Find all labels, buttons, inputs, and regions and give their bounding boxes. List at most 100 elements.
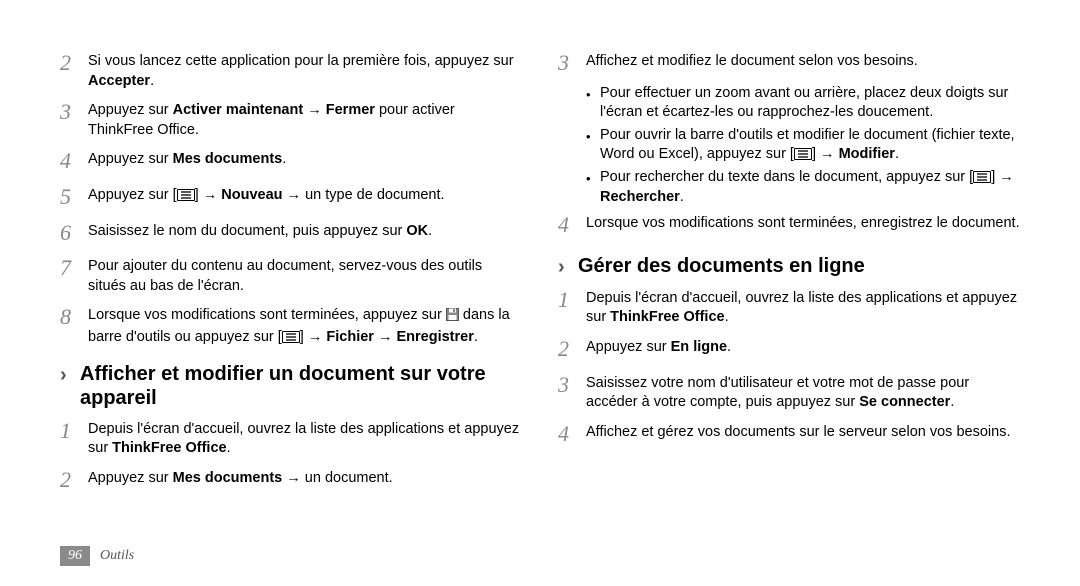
step-number: 1	[558, 285, 586, 315]
text-run: Affichez et gérez vos documents sur le s…	[586, 424, 1010, 440]
numbered-step: 2Si vous lancez cette application pour l…	[60, 48, 522, 91]
text-run: ] →	[812, 146, 839, 162]
menu-key-icon	[973, 171, 991, 183]
text-run: Pour ajouter du contenu au document, ser…	[88, 258, 482, 294]
bold-text: Rechercher	[600, 189, 680, 205]
step-body: Depuis l'écran d'accueil, ouvrez la list…	[586, 285, 1020, 328]
numbered-step: 2Appuyez sur Mes documents → un document…	[60, 465, 522, 495]
step-body: Appuyez sur Activer maintenant → Fermer …	[88, 97, 522, 140]
text-run: Appuyez sur	[586, 339, 671, 355]
step-number: 3	[60, 97, 88, 127]
numbered-step: 1Depuis l'écran d'accueil, ouvrez la lis…	[558, 285, 1020, 328]
text-run: Pour effectuer un zoom avant ou arrière,…	[600, 85, 1008, 121]
numbered-step: 4Affichez et gérez vos documents sur le …	[558, 419, 1020, 449]
numbered-step: 8Lorsque vos modifications sont terminée…	[60, 302, 522, 347]
bold-text: Activer maintenant	[173, 102, 304, 118]
chevron-right-icon: ›	[60, 362, 80, 387]
text-run: →	[374, 329, 397, 345]
bullet-body: Pour rechercher du texte dans le documen…	[600, 168, 1020, 207]
step-number: 7	[60, 253, 88, 283]
text-run: Lorsque vos modifications sont terminées…	[88, 307, 446, 323]
bold-text: Mes documents	[173, 470, 283, 486]
section-heading: › Gérer des documents en ligne	[558, 254, 1020, 279]
bullet-dot-icon: •	[586, 84, 600, 104]
right-column: 3Affichez et modifiez le document selon …	[558, 48, 1020, 518]
text-run: ] →	[300, 329, 327, 345]
text-run: .	[282, 151, 286, 167]
two-column-layout: 2Si vous lancez cette application pour l…	[60, 48, 1020, 518]
step-number: 3	[558, 370, 586, 400]
page-footer: 96 Outils	[60, 546, 134, 566]
step-number: 1	[60, 416, 88, 446]
step-number: 5	[60, 182, 88, 212]
step-number: 4	[558, 419, 586, 449]
bold-text: Mes documents	[173, 151, 283, 167]
bold-text: Fichier	[326, 329, 374, 345]
step-body: Pour ajouter du contenu au document, ser…	[88, 253, 522, 296]
text-run: ] →	[991, 169, 1014, 185]
step-number: 2	[558, 334, 586, 364]
numbered-step: 5Appuyez sur [ ] → Nouveau → un type de d…	[60, 182, 522, 212]
text-run: .	[428, 223, 432, 239]
text-run: ] →	[195, 187, 222, 203]
bold-text: Fermer	[326, 102, 375, 118]
page-number: 96	[60, 546, 90, 566]
text-run: → un document.	[282, 470, 392, 486]
numbered-step: 1Depuis l'écran d'accueil, ouvrez la lis…	[60, 416, 522, 459]
step-body: Depuis l'écran d'accueil, ouvrez la list…	[88, 416, 522, 459]
step-body: Lorsque vos modifications sont terminées…	[586, 210, 1020, 234]
step-number: 8	[60, 302, 88, 332]
step-body: Appuyez sur [ ] → Nouveau → un type de do…	[88, 182, 445, 206]
step-body: Appuyez sur Mes documents → un document.	[88, 465, 393, 489]
numbered-step: 2Appuyez sur En ligne.	[558, 334, 1020, 364]
bold-text: Modifier	[839, 146, 895, 162]
text-run: Si vous lancez cette application pour la…	[88, 53, 514, 69]
text-run: .	[895, 146, 899, 162]
step-body: Si vous lancez cette application pour la…	[88, 48, 522, 91]
menu-key-icon	[282, 331, 300, 343]
text-run: Appuyez sur	[88, 470, 173, 486]
numbered-step: 3Affichez et modifiez le document selon …	[558, 48, 1020, 78]
bold-text: ThinkFree Office	[112, 440, 226, 456]
bold-text: ThinkFree Office	[610, 309, 724, 325]
bold-text: Se connecter	[859, 394, 950, 410]
text-run: → un type de document.	[283, 187, 445, 203]
menu-key-icon	[177, 189, 195, 201]
menu-key-icon	[794, 148, 812, 160]
bold-text: Nouveau	[221, 187, 282, 203]
page-section-label: Outils	[100, 548, 134, 564]
step-body: Saisissez le nom du document, puis appuy…	[88, 218, 432, 242]
step-body: Appuyez sur En ligne.	[586, 334, 731, 358]
bullet-item: •Pour effectuer un zoom avant ou arrière…	[586, 84, 1020, 123]
text-run: Appuyez sur [	[88, 187, 177, 203]
text-run: Affichez et modifiez le document selon v…	[586, 53, 918, 69]
step-number: 3	[558, 48, 586, 78]
bold-text: En ligne	[671, 339, 727, 355]
numbered-step: 7Pour ajouter du contenu au document, se…	[60, 253, 522, 296]
text-run: Saisissez le nom du document, puis appuy…	[88, 223, 406, 239]
step-number: 4	[60, 146, 88, 176]
numbered-step: 6Saisissez le nom du document, puis appu…	[60, 218, 522, 248]
text-run: .	[150, 73, 154, 89]
bold-text: OK	[406, 223, 428, 239]
bullet-body: Pour ouvrir la barre d'outils et modifie…	[600, 126, 1020, 165]
text-run: .	[227, 440, 231, 456]
bullet-dot-icon: •	[586, 126, 600, 146]
step-number: 2	[60, 48, 88, 78]
numbered-step: 3Appuyez sur Activer maintenant → Fermer…	[60, 97, 522, 140]
numbered-step: 3Saisissez votre nom d'utilisateur et vo…	[558, 370, 1020, 413]
text-run: Pour rechercher du texte dans le documen…	[600, 169, 973, 185]
numbered-step: 4Appuyez sur Mes documents.	[60, 146, 522, 176]
text-run: .	[680, 189, 684, 205]
document-page: 2Si vous lancez cette application pour l…	[0, 0, 1080, 586]
text-run: →	[303, 102, 326, 118]
step-body: Saisissez votre nom d'utilisateur et vot…	[586, 370, 1020, 413]
chevron-right-icon: ›	[558, 254, 578, 279]
step-body: Lorsque vos modifications sont terminées…	[88, 302, 522, 347]
bullet-item: •Pour rechercher du texte dans le docume…	[586, 168, 1020, 207]
save-disk-icon	[446, 308, 459, 328]
text-run: .	[727, 339, 731, 355]
numbered-step: 4Lorsque vos modifications sont terminée…	[558, 210, 1020, 240]
left-column: 2Si vous lancez cette application pour l…	[60, 48, 522, 518]
step-number: 6	[60, 218, 88, 248]
